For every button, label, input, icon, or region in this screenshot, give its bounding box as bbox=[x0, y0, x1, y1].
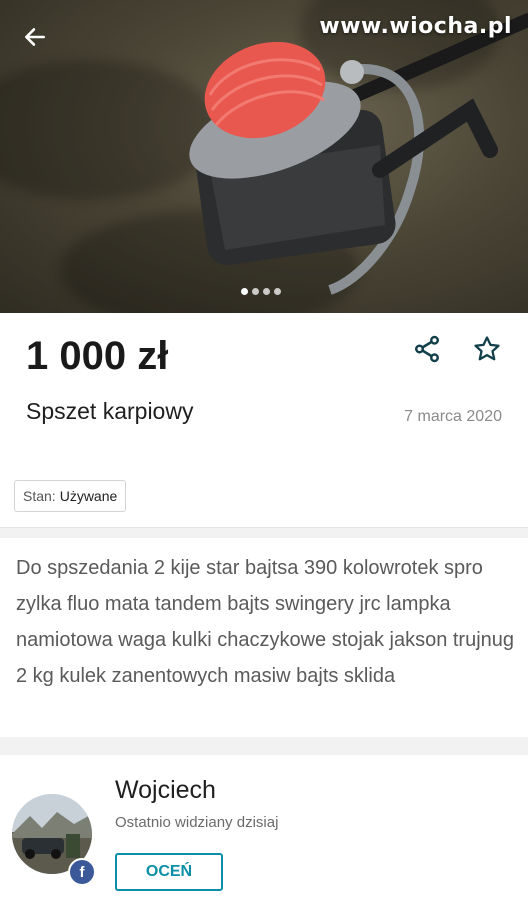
share-icon bbox=[415, 335, 439, 363]
pagination-dot[interactable] bbox=[252, 288, 259, 295]
back-button[interactable] bbox=[18, 20, 52, 54]
section-divider bbox=[0, 527, 528, 538]
section-divider bbox=[0, 737, 528, 755]
condition-badge: Stan: Używane bbox=[14, 480, 127, 512]
favorite-button[interactable] bbox=[472, 334, 504, 364]
listing-photo[interactable]: www.wiocha.pl bbox=[0, 0, 528, 313]
condition-label: Stan: bbox=[23, 488, 56, 504]
listing-price: 1 000 zł bbox=[26, 334, 169, 378]
pagination-dot[interactable] bbox=[241, 288, 248, 295]
fishing-reel-image bbox=[189, 13, 528, 295]
photo-pagination bbox=[241, 288, 281, 295]
seller-name: Wojciech bbox=[115, 776, 216, 804]
star-outline-icon bbox=[474, 336, 500, 361]
share-button[interactable] bbox=[412, 334, 444, 364]
listing-description: Do spszedania 2 kije star bajtsa 390 kol… bbox=[16, 557, 515, 687]
rate-button[interactable]: OCEŃ bbox=[115, 853, 223, 891]
facebook-badge-icon: f bbox=[68, 858, 96, 886]
pagination-dot[interactable] bbox=[274, 288, 281, 295]
listing-date: 7 marca 2020 bbox=[404, 408, 502, 425]
arrow-left-icon bbox=[25, 28, 45, 46]
seller-last-seen: Ostatnio widziany dzisiaj bbox=[115, 814, 279, 831]
pagination-dot[interactable] bbox=[263, 288, 270, 295]
listing-title: Spszet karpiowy bbox=[26, 398, 194, 424]
condition-value: Używane bbox=[59, 488, 118, 504]
watermark: www.wiocha.pl bbox=[319, 14, 512, 39]
